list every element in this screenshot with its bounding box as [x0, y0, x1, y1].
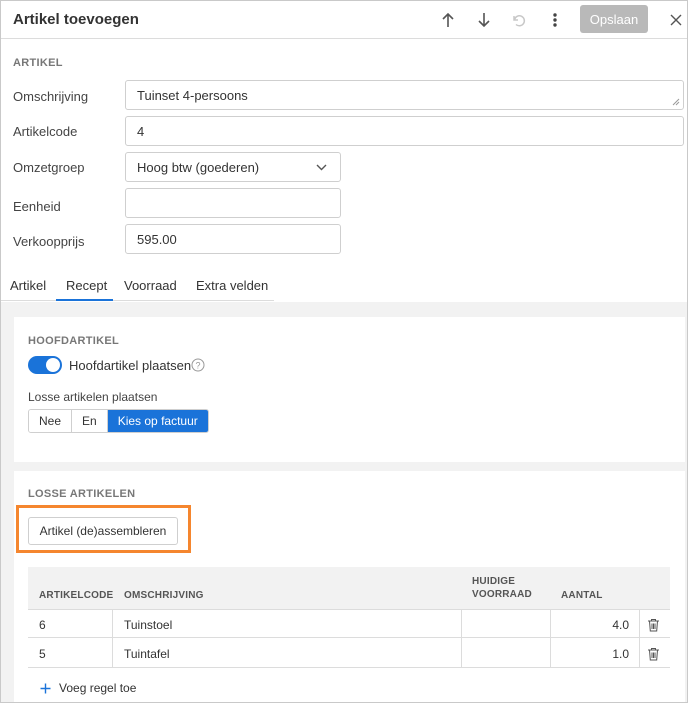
- artikelcode-value: 4: [137, 123, 145, 139]
- resize-handle-icon[interactable]: [672, 98, 680, 106]
- omschrijving-field[interactable]: Tuinset 4-persoons: [125, 80, 684, 110]
- cell-aantal[interactable]: 1.0: [550, 639, 639, 668]
- table-row[interactable]: 6 Tuinstoel 4.0: [28, 609, 670, 639]
- close-icon[interactable]: [666, 10, 686, 30]
- option-nee[interactable]: Nee: [29, 410, 73, 432]
- table-header: ARTIKELCODE OMSCHRIJVING HUIDIGE VOORRAA…: [28, 567, 670, 609]
- table-row[interactable]: 5 Tuintafel 1.0: [28, 639, 670, 668]
- cell-omschrijving[interactable]: Tuinstoel: [124, 610, 172, 639]
- cell-divider: [461, 610, 462, 639]
- dialog-title: Artikel toevoegen: [13, 11, 139, 28]
- omschrijving-label: Omschrijving: [13, 89, 89, 104]
- option-kies-op-factuur[interactable]: Kies op factuur: [107, 410, 208, 432]
- dialog-header: Artikel toevoegen Opslaan: [1, 1, 687, 39]
- losse-artikelen-toggle-group: Nee En Kies op factuur: [28, 409, 209, 433]
- tab-voorraad[interactable]: Voorraad: [124, 278, 177, 293]
- tab-recept[interactable]: Recept: [66, 278, 107, 293]
- delete-row-icon[interactable]: [647, 639, 660, 668]
- omzetgroep-value: Hoog btw (goederen): [137, 159, 260, 175]
- svg-text:?: ?: [195, 361, 200, 371]
- cell-divider: [112, 639, 113, 668]
- dialog-window: Artikel toevoegen Opslaan ARTIKEL Omschr…: [0, 0, 688, 703]
- add-row-label: Voeg regel toe: [59, 681, 137, 695]
- option-en[interactable]: En: [72, 410, 108, 432]
- save-button[interactable]: Opslaan: [580, 5, 648, 33]
- cell-artikelcode: 5: [39, 646, 46, 661]
- toggle-knob: [46, 358, 60, 372]
- more-vertical-icon[interactable]: [545, 10, 565, 30]
- section-title-artikel: ARTIKEL: [13, 57, 63, 69]
- cell-divider: [639, 610, 640, 639]
- eenheid-label: Eenheid: [13, 199, 61, 214]
- verkoopprijs-field[interactable]: 595.00: [125, 224, 341, 254]
- delete-row-icon[interactable]: [647, 610, 660, 639]
- hoofdartikel-toggle-label: Hoofdartikel plaatsen: [69, 358, 192, 373]
- losse-artikelen-plaatsen-label: Losse artikelen plaatsen: [28, 390, 158, 404]
- omzetgroep-label: Omzetgroep: [13, 160, 85, 175]
- cell-aantal[interactable]: 4.0: [550, 610, 639, 639]
- hoofdartikel-toggle[interactable]: [28, 356, 62, 374]
- eenheid-field[interactable]: [125, 188, 341, 218]
- column-header-artikelcode: ARTIKELCODE: [39, 590, 114, 601]
- verkoopprijs-value: 595.00: [137, 231, 177, 247]
- active-tab-indicator: [56, 299, 113, 301]
- plus-icon: [40, 683, 51, 693]
- chevron-down-icon: [316, 164, 327, 171]
- artikelcode-label: Artikelcode: [13, 124, 78, 139]
- undo-icon[interactable]: [509, 10, 529, 30]
- column-header-omschrijving: OMSCHRIJVING: [124, 590, 204, 601]
- verkoopprijs-label: Verkoopprijs: [13, 234, 85, 249]
- omzetgroep-select[interactable]: Hoog btw (goederen): [125, 152, 341, 182]
- add-row-button[interactable]: Voeg regel toe: [40, 681, 136, 695]
- section-title-losse-artikelen: LOSSE ARTIKELEN: [28, 488, 136, 500]
- tab-bar: Artikel Recept Voorraad Extra velden: [1, 271, 274, 301]
- artikelcode-field[interactable]: 4: [125, 116, 684, 146]
- cell-omschrijving[interactable]: Tuintafel: [124, 639, 170, 668]
- section-title-hoofdartikel: HOOFDARTIKEL: [28, 335, 119, 347]
- omschrijving-value: Tuinset 4-persoons: [137, 87, 248, 103]
- cell-artikelcode: 6: [39, 617, 46, 632]
- cell-divider: [461, 639, 462, 668]
- column-header-huidige: HUIDIGE: [472, 576, 516, 587]
- tab-artikel[interactable]: Artikel: [10, 278, 46, 293]
- arrow-down-icon[interactable]: [474, 10, 494, 30]
- column-header-aantal: AANTAL: [561, 590, 603, 601]
- help-icon[interactable]: ?: [191, 358, 205, 375]
- tab-extra-velden[interactable]: Extra velden: [196, 278, 268, 293]
- column-header-voorraad: VOORRAAD: [472, 589, 532, 600]
- assemble-button[interactable]: Artikel (de)assembleren: [28, 517, 178, 545]
- cell-divider: [639, 639, 640, 668]
- arrow-up-icon[interactable]: [438, 10, 458, 30]
- cell-divider: [112, 610, 113, 639]
